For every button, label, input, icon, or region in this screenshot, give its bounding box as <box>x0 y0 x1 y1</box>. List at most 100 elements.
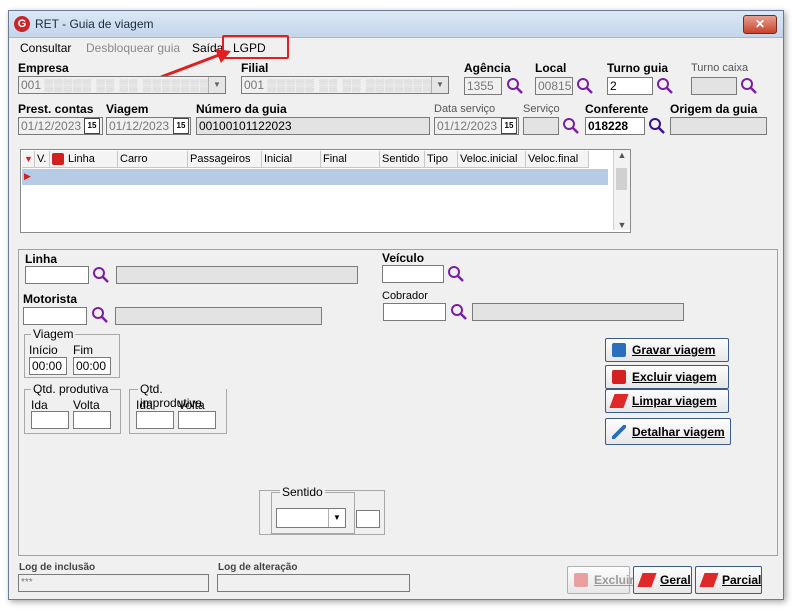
column-header-tipo[interactable]: Tipo <box>425 151 458 168</box>
fim-field[interactable]: 00:00 <box>73 357 111 375</box>
qtd-improd-volta-field[interactable] <box>178 411 216 429</box>
detalhar-viagem-button[interactable]: Detalhar viagem <box>605 418 731 445</box>
column-header-inicial[interactable]: Inicial <box>262 151 321 168</box>
scroll-down-icon[interactable]: ▼ <box>614 220 630 230</box>
limpar-viagem-button[interactable]: Limpar viagem <box>605 389 729 413</box>
geral-button[interactable]: Geral <box>633 566 692 594</box>
log-alteracao-field <box>217 574 410 592</box>
turno-guia-field[interactable]: 2 <box>607 77 653 95</box>
scroll-up-icon[interactable]: ▲ <box>614 150 630 160</box>
conferente-field[interactable]: 018228 <box>585 117 645 135</box>
inicio-field[interactable]: 00:00 <box>29 357 67 375</box>
linha-field[interactable] <box>25 266 89 284</box>
empresa-label: Empresa <box>18 61 69 75</box>
empresa-select[interactable]: 001 ▒▒▒▒▒ ▒▒ ▒▒ ▒▒▒▒▒▒▒▒▒ ▼ <box>18 76 226 94</box>
servico-field[interactable] <box>523 117 559 135</box>
turno-guia-label: Turno guia <box>607 61 669 75</box>
scroll-thumb[interactable] <box>616 168 627 190</box>
eraser-icon <box>637 573 657 587</box>
search-icon[interactable] <box>92 266 110 284</box>
viagens-table[interactable]: ▼ V. Linha Carro Passageiros Inicial Fin… <box>20 149 631 233</box>
calendar-icon[interactable]: 15 <box>84 118 100 134</box>
parcial-button[interactable]: Parcial <box>695 566 762 594</box>
search-icon[interactable] <box>562 117 580 135</box>
sentido-extra-field[interactable] <box>356 510 380 528</box>
search-icon[interactable] <box>576 77 594 95</box>
eraser-icon <box>699 573 719 587</box>
agencia-field[interactable]: 1355 <box>464 77 502 95</box>
search-icon[interactable] <box>740 77 758 95</box>
sentido-select[interactable]: ▼ <box>276 508 346 528</box>
search-icon[interactable] <box>91 306 109 324</box>
calendar-icon[interactable]: 15 <box>501 118 517 134</box>
search-icon[interactable] <box>506 77 524 95</box>
qtd-prod-volta-field[interactable] <box>73 411 111 429</box>
qtd-produtiva-label: Qtd. produtiva <box>31 382 111 396</box>
agencia-label: Agência <box>464 61 511 75</box>
servico-label: Serviço <box>523 103 560 115</box>
search-icon[interactable] <box>656 77 674 95</box>
volta-label: Volta <box>73 398 100 412</box>
chevron-down-icon: ▼ <box>208 77 225 93</box>
qtd-produtiva-group: Qtd. produtiva Ida Volta <box>24 382 121 434</box>
main-window: G RET - Guia de viagem ✕ Consultar Desbl… <box>8 10 784 600</box>
conferente-label: Conferente <box>585 102 649 116</box>
calendar-icon[interactable]: 15 <box>173 118 189 134</box>
log-alteracao-label: Log de alteração <box>218 562 298 573</box>
qtd-improd-ida-field[interactable] <box>136 411 174 429</box>
table-row[interactable]: ▶ <box>22 169 608 185</box>
column-header-sentido[interactable]: Sentido <box>380 151 425 168</box>
column-header-final[interactable]: Final <box>321 151 380 168</box>
motorista-field[interactable] <box>23 307 87 325</box>
search-icon[interactable] <box>648 117 666 135</box>
fim-label: Fim <box>73 343 93 357</box>
search-icon[interactable] <box>447 265 465 283</box>
cobrador-field[interactable] <box>383 303 446 321</box>
linha-desc-field[interactable] <box>116 266 358 284</box>
pencil-icon <box>612 424 626 439</box>
chevron-down-icon: ▼ <box>328 509 345 527</box>
cobrador-desc-field[interactable] <box>472 303 684 321</box>
turno-caixa-label: Turno caixa <box>691 62 749 74</box>
filial-label: Filial <box>241 61 269 75</box>
sentido-group: Sentido ▼ <box>271 485 355 534</box>
sentido-label: Sentido <box>280 485 325 499</box>
trash-icon <box>574 573 588 587</box>
column-header-linha[interactable]: Linha <box>50 151 118 168</box>
eraser-icon <box>609 394 629 408</box>
excluir-viagem-button[interactable]: Excluir viagem <box>605 365 729 389</box>
origem-guia-field[interactable] <box>670 117 767 135</box>
column-header-passageiros[interactable]: Passageiros <box>188 151 262 168</box>
ida-label: Ida <box>31 398 48 412</box>
qtd-prod-ida-field[interactable] <box>31 411 69 429</box>
numero-guia-field[interactable]: 00100101122023 <box>196 117 430 135</box>
motorista-desc-field[interactable] <box>115 307 322 325</box>
viagem-group-label: Viagem <box>31 327 76 341</box>
column-header-veloc-final[interactable]: Veloc.final <box>526 151 589 168</box>
table-scrollbar[interactable]: ▲ ▼ <box>613 150 630 230</box>
column-header-veloc-inicial[interactable]: Veloc.inicial <box>458 151 526 168</box>
column-header-carro[interactable]: Carro <box>118 151 188 168</box>
floppy-disk-icon <box>612 343 626 357</box>
excluir-label: Excluir <box>594 573 635 587</box>
gravar-viagem-label: Gravar viagem <box>632 343 716 357</box>
log-inclusao-field: *** <box>18 574 209 592</box>
gravar-viagem-button[interactable]: Gravar viagem <box>605 338 729 362</box>
red-arrow-annotation <box>160 49 231 79</box>
log-inclusao-label: Log de inclusão <box>19 562 96 573</box>
close-button[interactable]: ✕ <box>743 15 777 34</box>
excluir-button: Excluir <box>567 566 634 594</box>
data-servico-label: Data serviço <box>434 103 496 115</box>
column-header-v[interactable]: V. <box>35 151 50 168</box>
filial-select[interactable]: 001 ▒▒▒▒▒ ▒▒ ▒▒ ▒▒▒▒▒▒▒▒▒ ▼ <box>241 76 449 94</box>
sort-indicator-icon: ▼ <box>22 151 35 168</box>
veiculo-field[interactable] <box>382 265 444 283</box>
inicio-label: Início <box>29 343 58 357</box>
local-field[interactable]: 00815 <box>535 77 573 95</box>
search-icon[interactable] <box>450 303 468 321</box>
turno-caixa-field[interactable] <box>691 77 737 95</box>
menu-consultar[interactable]: Consultar <box>20 41 71 55</box>
linha-label: Linha <box>25 252 57 266</box>
origem-guia-label: Origem da guia <box>670 102 758 116</box>
filial-value: 001 <box>244 78 265 92</box>
